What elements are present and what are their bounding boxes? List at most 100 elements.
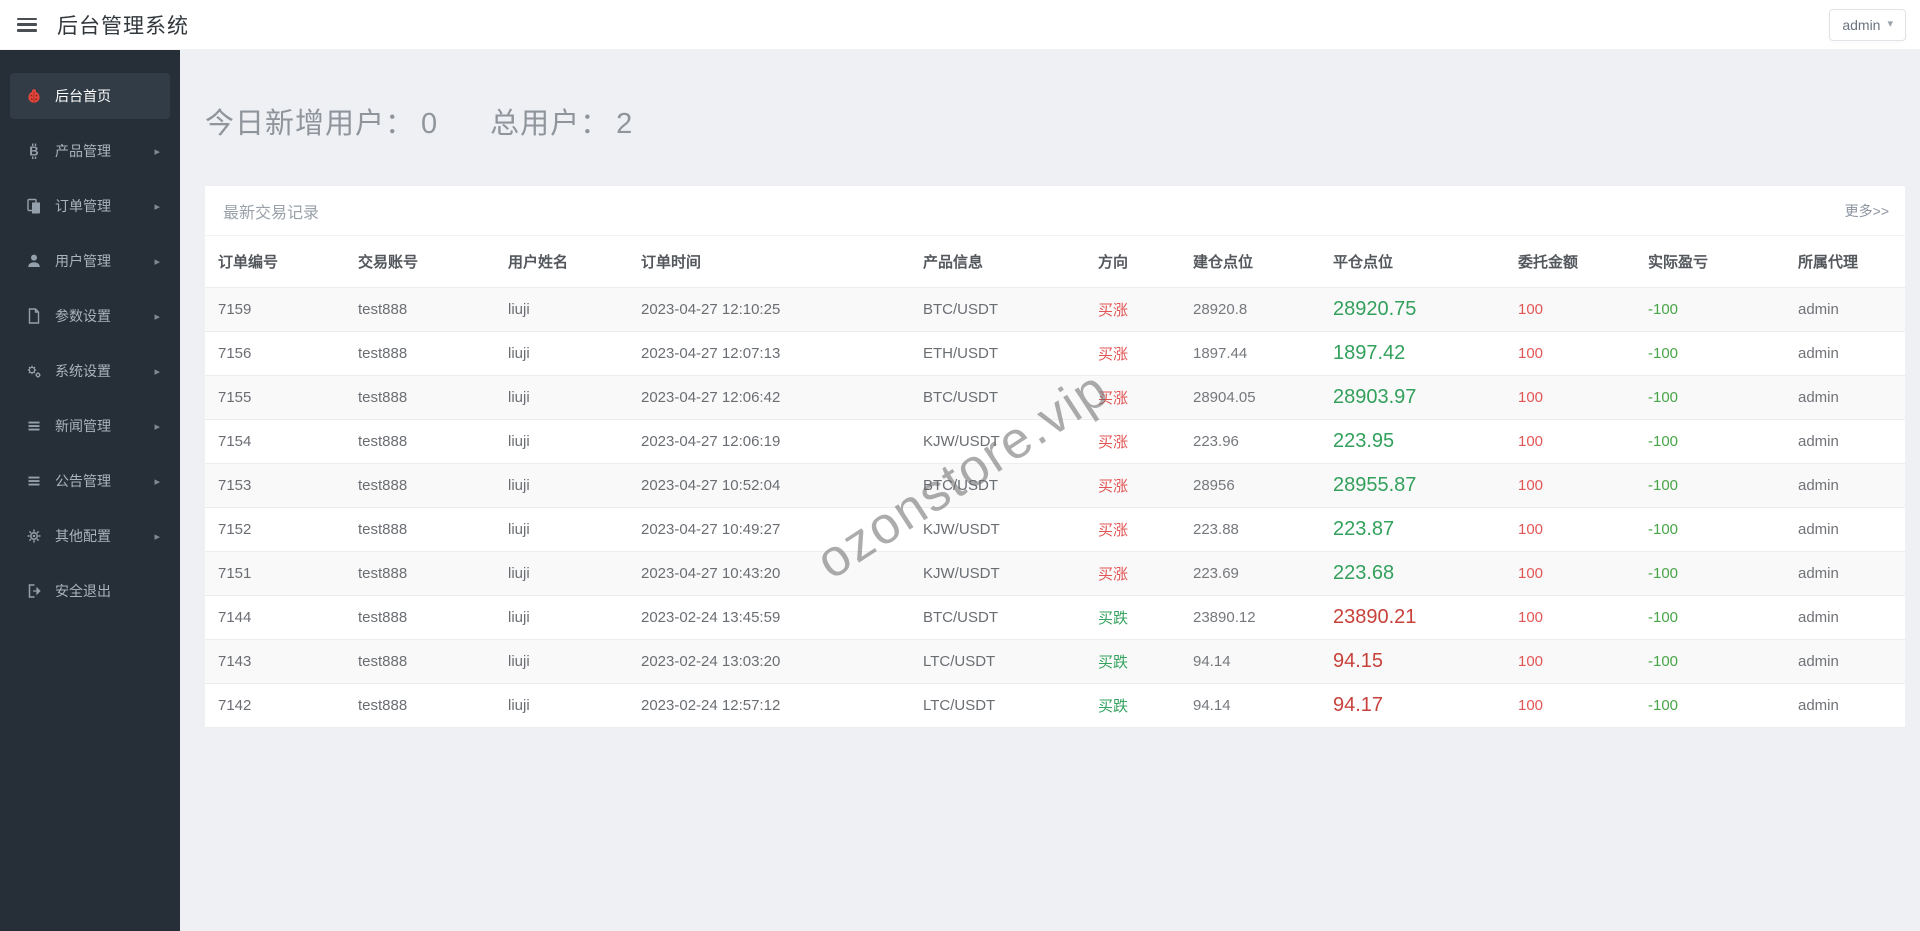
- sidebar-item-other-config[interactable]: 其他配置 ▸: [10, 513, 170, 559]
- cell-amount: 100: [1505, 331, 1635, 376]
- more-link[interactable]: 更多>>: [1845, 201, 1889, 221]
- sidebar-item-label: 后台首页: [55, 88, 111, 104]
- cell-direction: 买跌: [1085, 683, 1180, 728]
- hamburger-menu-icon[interactable]: [15, 15, 39, 35]
- cell-time: 2023-02-24 12:57:12: [628, 683, 910, 728]
- cell-account: test888: [345, 639, 495, 684]
- user-dropdown-button[interactable]: admin ▾: [1829, 8, 1906, 41]
- cell-close: 223.68: [1320, 551, 1505, 596]
- cell-username: liuji: [495, 551, 628, 596]
- sidebar-item-label: 新闻管理: [55, 418, 111, 434]
- sidebar-item-home[interactable]: 后台首页: [10, 73, 170, 119]
- stat-total-users-label: 总用户：: [490, 108, 611, 140]
- cell-time: 2023-04-27 12:07:13: [628, 331, 910, 376]
- cell-close: 28920.75: [1320, 287, 1505, 332]
- cell-agent: admin: [1785, 551, 1905, 596]
- trade-table-body: 7159 test888 liuji 2023-04-27 12:10:25 B…: [205, 287, 1905, 728]
- stat-total-users-value: 2: [616, 108, 634, 140]
- cell-time: 2023-04-27 10:52:04: [628, 463, 910, 508]
- cell-pnl: -100: [1635, 287, 1785, 332]
- chevron-right-icon: ▸: [154, 255, 160, 268]
- sidebar-item-news[interactable]: 新闻管理 ▸: [10, 403, 170, 449]
- sidebar-item-logout[interactable]: 安全退出: [10, 568, 170, 614]
- cell-product: LTC/USDT: [910, 683, 1085, 728]
- cell-close: 1897.42: [1320, 331, 1505, 376]
- cell-product: KJW/USDT: [910, 551, 1085, 596]
- user-name: admin: [1842, 16, 1881, 33]
- cell-direction: 买跌: [1085, 639, 1180, 684]
- stat-new-users: 今日新增用户： 0: [205, 100, 438, 142]
- col-time: 订单时间: [628, 236, 910, 288]
- sidebar-item-label: 参数设置: [55, 308, 111, 324]
- cell-order-id: 7154: [205, 419, 345, 464]
- cell-product: BTC/USDT: [910, 595, 1085, 640]
- cell-amount: 100: [1505, 639, 1635, 684]
- cell-time: 2023-04-27 12:06:19: [628, 419, 910, 464]
- sidebar-item-label: 安全退出: [55, 583, 111, 599]
- cell-order-id: 7156: [205, 331, 345, 376]
- cell-amount: 100: [1505, 507, 1635, 552]
- stat-new-users-value: 0: [421, 108, 439, 140]
- cell-open: 223.96: [1180, 419, 1320, 464]
- cell-pnl: -100: [1635, 551, 1785, 596]
- cell-username: liuji: [495, 375, 628, 420]
- cell-amount: 100: [1505, 595, 1635, 640]
- col-username: 用户姓名: [495, 236, 628, 288]
- cell-agent: admin: [1785, 639, 1905, 684]
- sidebar-item-products[interactable]: B 产品管理 ▸: [10, 128, 170, 174]
- cell-pnl: -100: [1635, 375, 1785, 420]
- main-content: 今日新增用户： 0 总用户： 2 最新交易记录 更多>> 订单编号 交易账号 用…: [180, 50, 1920, 931]
- cell-order-id: 7159: [205, 287, 345, 332]
- cell-close: 23890.21: [1320, 595, 1505, 640]
- cell-agent: admin: [1785, 419, 1905, 464]
- table-header-row: 订单编号 交易账号 用户姓名 订单时间 产品信息 方向 建仓点位 平仓点位 委托…: [205, 236, 1905, 288]
- cell-agent: admin: [1785, 331, 1905, 376]
- cell-time: 2023-04-27 12:10:25: [628, 287, 910, 332]
- sidebar-item-label: 系统设置: [55, 363, 111, 379]
- sidebar-item-system[interactable]: 系统设置 ▸: [10, 348, 170, 394]
- cell-agent: admin: [1785, 683, 1905, 728]
- app-title: 后台管理系统: [57, 14, 189, 38]
- user-icon: [23, 253, 45, 269]
- cell-product: BTC/USDT: [910, 287, 1085, 332]
- bitcoin-icon: B: [23, 143, 45, 159]
- cell-time: 2023-04-27 10:43:20: [628, 551, 910, 596]
- cell-product: ETH/USDT: [910, 331, 1085, 376]
- table-row: 7152 test888 liuji 2023-04-27 10:49:27 K…: [205, 507, 1905, 552]
- document-icon: [23, 308, 45, 324]
- cell-account: test888: [345, 331, 495, 376]
- files-icon: [23, 198, 45, 214]
- table-row: 7159 test888 liuji 2023-04-27 12:10:25 B…: [205, 287, 1905, 332]
- cell-order-id: 7143: [205, 639, 345, 684]
- cell-open: 28920.8: [1180, 287, 1320, 332]
- cell-agent: admin: [1785, 595, 1905, 640]
- cell-time: 2023-02-24 13:45:59: [628, 595, 910, 640]
- top-bar: 后台管理系统 admin ▾: [0, 0, 1920, 50]
- sidebar-item-users[interactable]: 用户管理 ▸: [10, 238, 170, 284]
- cell-username: liuji: [495, 463, 628, 508]
- cell-username: liuji: [495, 507, 628, 552]
- cell-product: KJW/USDT: [910, 507, 1085, 552]
- caret-down-icon: ▾: [1887, 18, 1893, 30]
- cell-product: BTC/USDT: [910, 375, 1085, 420]
- chevron-right-icon: ▸: [154, 530, 160, 543]
- trades-table: 订单编号 交易账号 用户姓名 订单时间 产品信息 方向 建仓点位 平仓点位 委托…: [205, 236, 1905, 728]
- gears-icon: [23, 363, 45, 379]
- sidebar-item-orders[interactable]: 订单管理 ▸: [10, 183, 170, 229]
- stat-total-users: 总用户： 2: [490, 100, 633, 142]
- cell-amount: 100: [1505, 287, 1635, 332]
- cell-amount: 100: [1505, 375, 1635, 420]
- cell-username: liuji: [495, 639, 628, 684]
- sidebar-item-label: 公告管理: [55, 473, 111, 489]
- table-row: 7143 test888 liuji 2023-02-24 13:03:20 L…: [205, 639, 1905, 684]
- cell-order-id: 7155: [205, 375, 345, 420]
- sidebar-item-parameters[interactable]: 参数设置 ▸: [10, 293, 170, 339]
- sidebar-item-announcements[interactable]: 公告管理 ▸: [10, 458, 170, 504]
- cell-close: 94.17: [1320, 683, 1505, 728]
- cell-order-id: 7142: [205, 683, 345, 728]
- sidebar-item-label: 用户管理: [55, 253, 111, 269]
- cell-pnl: -100: [1635, 683, 1785, 728]
- col-agent: 所属代理: [1785, 236, 1905, 288]
- table-row: 7151 test888 liuji 2023-04-27 10:43:20 K…: [205, 551, 1905, 596]
- latest-trades-panel: 最新交易记录 更多>> 订单编号 交易账号 用户姓名 订单时间 产品信息 方向 …: [205, 186, 1905, 728]
